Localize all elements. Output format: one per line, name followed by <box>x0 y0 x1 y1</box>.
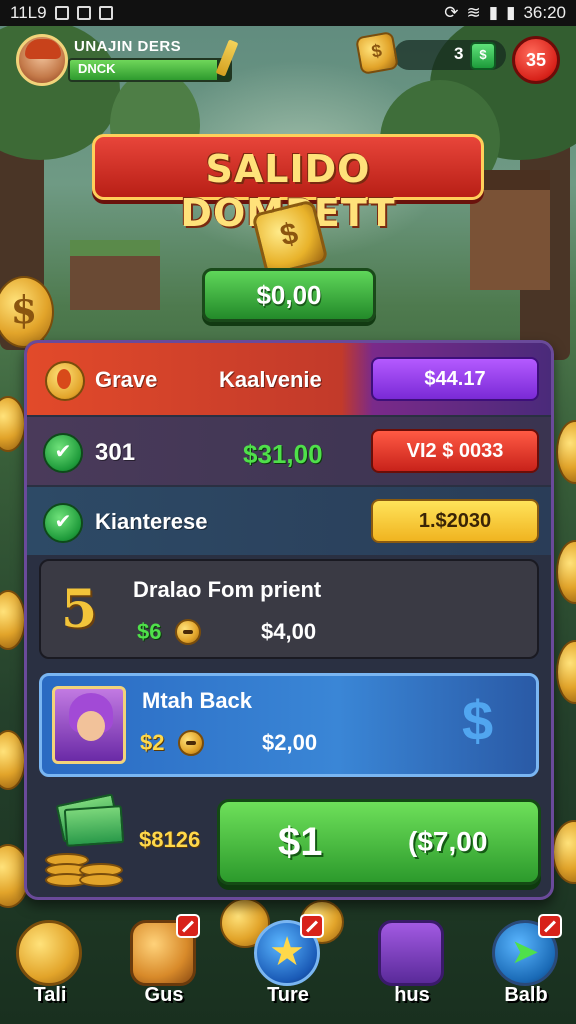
price-value: 1.$2030 <box>418 510 492 532</box>
back-card[interactable]: Mtah Back $2 $2,00 $ <box>39 673 539 777</box>
price-pill[interactable]: VI2 $ 0033 <box>371 429 539 473</box>
coin-decoration: $ <box>0 276 54 348</box>
nav-item-gus[interactable]: Gus <box>124 912 204 1018</box>
status-time-right: 36:20 <box>523 3 566 22</box>
buy-button-sub: ($7,00 <box>408 826 488 857</box>
card-green-amount: $6 <box>137 619 162 644</box>
card-title: Mtah Back <box>142 688 253 713</box>
title-banner: SALIDO DOMPETT <box>92 134 484 235</box>
coin-icon <box>16 920 82 986</box>
card-amount: $4,00 <box>261 619 317 644</box>
vibrate-icon: ⟳ <box>444 3 459 22</box>
balance-value: $0,00 <box>256 280 322 310</box>
row-title: Kaalvenie <box>219 367 322 392</box>
offer-row[interactable]: Grave Kaalvenie $44.17 <box>27 343 551 415</box>
coin-decoration <box>0 396 26 452</box>
checkmark-shield-icon: ✔ <box>43 433 83 473</box>
row-amount: $31,00 <box>243 439 323 469</box>
nav-item-balb[interactable]: ➤ Balb <box>486 912 566 1018</box>
coin-decoration <box>556 420 576 484</box>
card-title: Dralao Fom prient <box>133 577 322 602</box>
price-value: $44.17 <box>424 368 486 390</box>
row-label: Kianterese <box>95 509 208 534</box>
player-tag: DNCK <box>78 61 116 76</box>
status-time-left: 11L9 <box>10 3 47 22</box>
coin-icon[interactable]: $ <box>354 30 400 76</box>
nav-label: Balb <box>504 984 548 1006</box>
coin-icon <box>175 619 201 645</box>
close-badge-icon <box>538 914 562 938</box>
character-portrait <box>52 686 126 764</box>
nav-item-ture[interactable]: ★ Ture <box>248 912 328 1018</box>
close-badge-icon <box>300 914 324 938</box>
coin-decoration <box>556 540 576 604</box>
row-count: 301 <box>95 439 136 466</box>
hut-left <box>70 240 160 310</box>
wifi-icon: ≋ <box>466 3 481 22</box>
gem-icon[interactable]: $ <box>470 42 496 70</box>
nav-item-hus[interactable]: hus <box>372 912 452 1018</box>
nav-label: Tali <box>33 984 67 1006</box>
purchase-row: $8126 $1 ($7,00 <box>27 787 551 897</box>
battery-icon: ▮ <box>506 3 516 22</box>
price-value: VI2 $ 0033 <box>406 440 504 462</box>
player-info[interactable]: UNAJIN DERS DNCK <box>66 36 234 82</box>
buy-button[interactable]: $1 ($7,00 <box>217 799 541 885</box>
card-yellow-amount: $2 <box>140 730 165 755</box>
balance-button[interactable]: $0,00 <box>202 268 376 322</box>
nav-item-tali[interactable]: Tali <box>10 912 90 1018</box>
prize-number: 5 <box>61 579 98 640</box>
row-label: Grave <box>95 367 158 392</box>
xp-bar: DNCK <box>68 58 232 82</box>
nav-label: Gus <box>144 984 184 1006</box>
gem-count: 3 <box>454 44 464 63</box>
medal-icon <box>45 361 85 401</box>
price-pill[interactable]: 1.$2030 <box>371 499 539 543</box>
purchase-price-label: $8126 <box>139 827 201 852</box>
coin-decoration <box>0 730 26 790</box>
checkmark-shield-icon: ✔ <box>43 503 83 543</box>
coin-decoration <box>552 820 576 884</box>
card-amount: $2,00 <box>262 730 318 755</box>
status-bar: 11L9 ⟳ ≋ ▮ ▮ 36:20 <box>0 0 576 26</box>
price-pill[interactable]: $44.17 <box>371 357 539 401</box>
camera-icon <box>54 6 69 20</box>
notification-icon <box>98 6 113 20</box>
notification-badge[interactable]: 35 <box>512 36 560 84</box>
coin-decoration <box>0 590 26 650</box>
coin-stack-icon <box>378 920 444 986</box>
offer-panel: Grave Kaalvenie $44.17 ✔ 301 $31,00 VI2 … <box>24 340 554 900</box>
signal-icon: ▮ <box>488 3 499 22</box>
bottom-nav: Tali Gus ★ Ture hus ➤ Balb <box>0 912 576 1024</box>
close-badge-icon <box>176 914 200 938</box>
prize-card[interactable]: 5 Dralao Fom prient $6 $4,00 <box>39 559 539 659</box>
cash-stack-icon <box>45 793 125 887</box>
dollar-watermark-icon: $ <box>462 689 494 752</box>
offer-row[interactable]: ✔ 301 $31,00 VI2 $ 0033 <box>27 417 551 485</box>
nav-label: hus <box>394 984 430 1006</box>
nav-label: Ture <box>267 984 309 1006</box>
buy-button-main: $1 <box>278 820 323 864</box>
coin-decoration <box>556 640 576 704</box>
player-avatar[interactable] <box>16 34 68 86</box>
offer-row[interactable]: ✔ Kianterese 1.$2030 <box>27 487 551 555</box>
calendar-icon <box>76 6 91 20</box>
coin-icon <box>178 730 204 756</box>
player-name: UNAJIN DERS <box>74 38 182 55</box>
